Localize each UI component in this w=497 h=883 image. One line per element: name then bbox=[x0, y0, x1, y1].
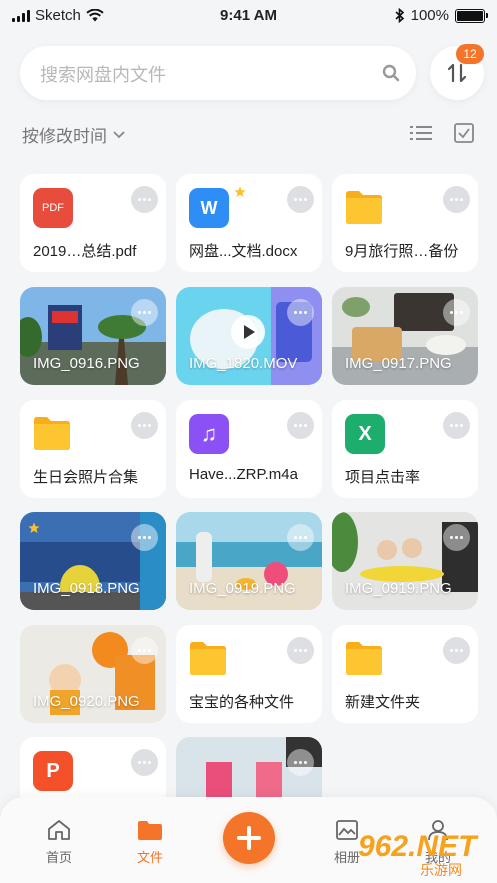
video-card[interactable]: IMG_1820.MOV bbox=[176, 287, 322, 385]
chevron-down-icon bbox=[113, 130, 125, 138]
file-name: IMG_0916.PNG bbox=[33, 355, 140, 372]
file-name: IMG_0918.PNG bbox=[33, 580, 140, 597]
file-card[interactable]: PDF 2019…总结.pdf bbox=[20, 174, 166, 272]
more-icon[interactable] bbox=[287, 637, 314, 664]
folder-icon bbox=[138, 821, 162, 840]
file-card[interactable]: W 网盘...文档.docx bbox=[176, 174, 322, 272]
more-icon[interactable] bbox=[131, 412, 158, 439]
more-icon[interactable] bbox=[443, 412, 470, 439]
star-icon bbox=[234, 186, 246, 197]
list-view-icon[interactable] bbox=[410, 124, 432, 142]
music-icon: ♫ bbox=[189, 414, 229, 454]
file-name: 宝宝的各种文件 bbox=[189, 694, 295, 711]
tab-label: 文件 bbox=[136, 850, 163, 865]
file-name: IMG_0917.PNG bbox=[345, 355, 452, 372]
file-name: 项目点击率 bbox=[345, 469, 421, 486]
search-icon[interactable] bbox=[382, 64, 400, 82]
file-card[interactable]: ♫ Have...ZRP.m4a bbox=[176, 400, 322, 498]
more-icon[interactable] bbox=[287, 749, 314, 776]
tab-files[interactable]: 文件 bbox=[122, 819, 178, 866]
tab-label: 相册 bbox=[333, 850, 360, 865]
more-icon[interactable] bbox=[131, 299, 158, 326]
file-name: IMG_0919.PNG bbox=[345, 580, 452, 597]
battery-icon bbox=[455, 8, 488, 23]
file-card[interactable]: 9月旅行照…备份 bbox=[332, 174, 478, 272]
folder-icon bbox=[346, 191, 382, 224]
more-icon[interactable] bbox=[131, 524, 158, 551]
ppt-icon: P bbox=[33, 751, 73, 791]
file-name: 生日会照片合集 bbox=[33, 469, 139, 486]
image-card[interactable]: IMG_0916.PNG bbox=[20, 287, 166, 385]
sort-label: 按修改时间 bbox=[22, 127, 107, 146]
watermark-subtext: 乐游网 bbox=[420, 862, 462, 878]
more-icon[interactable] bbox=[131, 749, 158, 776]
file-card[interactable]: 宝宝的各种文件 bbox=[176, 625, 322, 723]
play-icon[interactable] bbox=[231, 315, 265, 349]
search-input[interactable]: 搜索网盘内文件 bbox=[20, 46, 416, 100]
more-icon[interactable] bbox=[443, 637, 470, 664]
file-name: 2019…总结.pdf bbox=[33, 243, 137, 260]
file-card[interactable]: 生日会照片合集 bbox=[20, 400, 166, 498]
file-name: IMG_1820.MOV bbox=[189, 355, 298, 372]
folder-icon bbox=[34, 417, 70, 450]
battery-percent: 100% bbox=[410, 7, 449, 24]
star-icon bbox=[28, 522, 40, 533]
file-name: IMG_0919.PNG bbox=[189, 580, 296, 597]
status-bar: Sketch 9:41 AM 100% bbox=[0, 0, 497, 32]
file-card[interactable]: 新建文件夹 bbox=[332, 625, 478, 723]
folder-icon bbox=[346, 642, 382, 675]
home-icon bbox=[48, 820, 70, 840]
more-icon[interactable] bbox=[287, 299, 314, 326]
image-card[interactable]: IMG_0918.PNG bbox=[20, 512, 166, 610]
word-icon: W bbox=[189, 188, 229, 228]
album-icon bbox=[336, 820, 358, 840]
bluetooth-icon bbox=[395, 8, 404, 23]
watermark-logo: 962.NET 乐游网 bbox=[358, 826, 494, 878]
file-name: 新建文件夹 bbox=[345, 694, 421, 711]
transfer-icon bbox=[447, 63, 467, 83]
file-name: Have...ZRP.m4a bbox=[189, 466, 298, 483]
image-card[interactable]: IMG_0919.PNG bbox=[332, 512, 478, 610]
image-card[interactable]: IMG_0919.PNG bbox=[176, 512, 322, 610]
image-card[interactable]: IMG_0920.PNG bbox=[20, 625, 166, 723]
file-name: 9月旅行照…备份 bbox=[345, 243, 459, 260]
search-placeholder: 搜索网盘内文件 bbox=[40, 65, 166, 85]
pdf-icon: PDF bbox=[33, 188, 73, 228]
watermark-text: 962.NET bbox=[358, 830, 477, 863]
tab-label: 首页 bbox=[45, 850, 72, 865]
tab-home[interactable]: 首页 bbox=[31, 819, 87, 866]
transfer-count-badge: 12 bbox=[456, 44, 484, 64]
more-icon[interactable] bbox=[443, 186, 470, 213]
more-icon[interactable] bbox=[131, 637, 158, 664]
select-mode-icon[interactable] bbox=[454, 123, 474, 143]
more-icon[interactable] bbox=[131, 186, 158, 213]
file-name: 网盘...文档.docx bbox=[189, 243, 298, 260]
more-icon[interactable] bbox=[443, 524, 470, 551]
sort-selector[interactable]: 按修改时间 bbox=[22, 122, 125, 147]
image-card[interactable]: IMG_0917.PNG bbox=[332, 287, 478, 385]
more-icon[interactable] bbox=[287, 186, 314, 213]
file-name: IMG_0920.PNG bbox=[33, 693, 140, 710]
folder-icon bbox=[190, 642, 226, 675]
add-button[interactable] bbox=[223, 812, 275, 864]
more-icon[interactable] bbox=[287, 412, 314, 439]
more-icon[interactable] bbox=[287, 524, 314, 551]
more-icon[interactable] bbox=[443, 299, 470, 326]
excel-icon: X bbox=[345, 414, 385, 454]
file-card[interactable]: X 项目点击率 bbox=[332, 400, 478, 498]
